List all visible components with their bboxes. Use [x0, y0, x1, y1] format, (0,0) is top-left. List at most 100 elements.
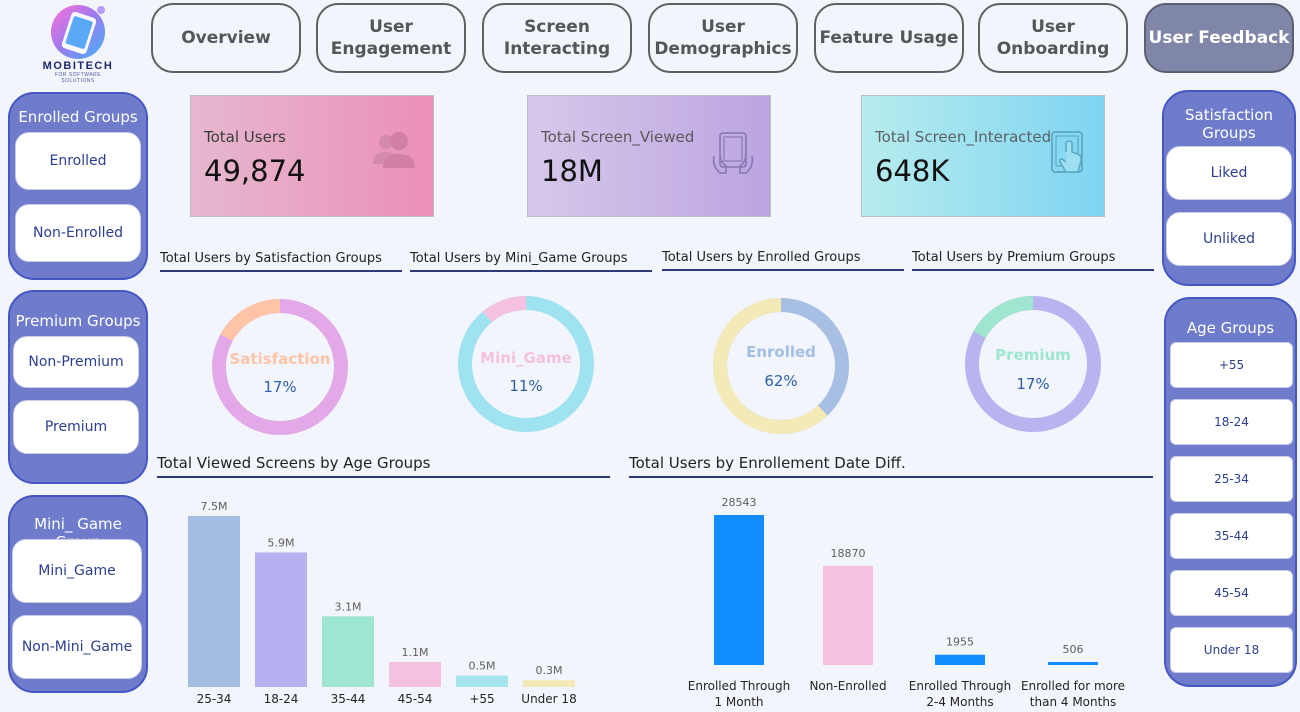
kpi-value: 49,874	[204, 154, 306, 188]
donut-chart-enrolled: Enrolled 62%	[713, 298, 849, 434]
nav-overview-button[interactable]: Overview	[151, 3, 301, 73]
bar-category-label: +55	[469, 692, 494, 706]
mini-game-group-slicer: Mini_ Game Group Mini_Game Non-Mini_Game	[8, 495, 148, 693]
kpi-value: 648K	[875, 154, 950, 188]
nav-screen-interacting-button[interactable]: Screen Interacting	[482, 3, 632, 73]
bar-value-label: 1955	[946, 636, 974, 649]
slicer-title: Age Groups	[1186, 319, 1275, 337]
slicer-item-unliked[interactable]: Unliked	[1166, 212, 1292, 266]
donut-chart-premium: Premium 17%	[965, 296, 1101, 432]
slicer-item-age-45-54[interactable]: 45-54	[1170, 570, 1293, 616]
bar-value-label: 1.1M	[402, 646, 429, 659]
brand-logo: MOBITECH FOR SOFTWARE SOLUTIONS	[28, 2, 128, 98]
slicer-item-age-35-44[interactable]: 35-44	[1170, 513, 1293, 559]
donut-title-enrolled: Total Users by Enrolled Groups	[662, 250, 904, 271]
donut-center-label: Mini_Game	[480, 349, 572, 367]
slicer-title: Premium Groups	[15, 312, 141, 330]
slicer-item-non-enrolled[interactable]: Non-Enrolled	[15, 204, 141, 262]
bar-category-label: Enrolled for more	[1021, 679, 1125, 693]
donut-segment-mini-game[interactable]	[482, 296, 527, 323]
bar-category-label: than 4 Months	[1030, 695, 1116, 709]
donut-segment-premium[interactable]	[973, 296, 1034, 339]
bar-value-label: 506	[1063, 643, 1084, 656]
logo-name: MOBITECH	[42, 60, 114, 72]
bar-enrolled-1-month[interactable]	[714, 515, 764, 665]
slicer-title: Enrolled Groups	[18, 108, 138, 126]
bar-value-label: 18870	[831, 547, 866, 560]
donut-title-satisfaction: Total Users by Satisfaction Groups	[160, 251, 402, 272]
kpi-label: Total Screen_Viewed	[541, 128, 695, 146]
age-groups-slicer: Age Groups +55 18-24 25-34 35-44 45-54 U…	[1164, 297, 1297, 687]
slicer-item-age-55-plus[interactable]: +55	[1170, 342, 1293, 388]
premium-groups-slicer: Premium Groups Non-Premium Premium	[8, 290, 148, 484]
tablet-hands-icon	[712, 132, 754, 174]
bar-title-age-groups: Total Viewed Screens by Age Groups	[157, 454, 610, 478]
enrolled-groups-slicer: Enrolled Groups Enrolled Non-Enrolled	[8, 92, 148, 280]
bar-category-label: Enrolled Through	[688, 679, 790, 693]
bar-25-34[interactable]	[188, 516, 240, 687]
donut-chart-satisfaction: Satisfaction 17%	[212, 299, 348, 435]
donut-center-percent: 17%	[263, 378, 296, 396]
logo-icon	[51, 5, 105, 59]
bar-category-label: 25-34	[197, 692, 232, 706]
slicer-item-age-25-34[interactable]: 25-34	[1170, 456, 1293, 502]
bar-55-plus[interactable]	[456, 675, 508, 687]
kpi-label: Total Screen_Interacted	[875, 128, 1052, 146]
bar-category-label: 18-24	[264, 692, 299, 706]
bar-category-label: 45-54	[398, 692, 433, 706]
bar-category-label: 2-4 Months	[926, 695, 993, 709]
bar-value-label: 5.9M	[268, 536, 295, 549]
nav-user-engagement-button[interactable]: User Engagement	[316, 3, 466, 73]
kpi-card-total-screen-viewed: Total Screen_Viewed 18M	[527, 95, 771, 217]
bar-chart-users-by-enrollment-date-diff: 28543 18870 1955 506 Enrolled Through 1 …	[688, 496, 1125, 709]
satisfaction-groups-slicer: Satisfaction Groups Liked Unliked	[1162, 90, 1296, 286]
bar-category-label: Non-Enrolled	[809, 679, 886, 693]
bar-non-enrolled[interactable]	[823, 565, 873, 665]
slicer-item-enrolled[interactable]: Enrolled	[15, 132, 141, 190]
slicer-item-liked[interactable]: Liked	[1166, 146, 1292, 200]
slicer-item-age-under-18[interactable]: Under 18	[1170, 627, 1293, 673]
bar-18-24[interactable]	[255, 552, 307, 687]
donut-segment-satisfaction[interactable]	[220, 299, 281, 342]
bar-value-label: 3.1M	[335, 600, 362, 613]
slicer-item-age-18-24[interactable]: 18-24	[1170, 399, 1293, 445]
bar-enrolled-2-4-months[interactable]	[935, 654, 985, 665]
donut-center-label: Satisfaction	[229, 350, 330, 368]
users-icon	[373, 132, 415, 168]
bar-value-label: 0.3M	[536, 664, 563, 677]
bar-category-label: 35-44	[331, 692, 366, 706]
logo-tagline: SOLUTIONS	[61, 78, 95, 84]
bar-value-label: 7.5M	[201, 500, 228, 513]
nav-user-onboarding-button[interactable]: User Onboarding	[978, 3, 1128, 73]
nav-feature-usage-button[interactable]: Feature Usage	[814, 3, 964, 73]
donut-chart-mini-game: Mini_Game 11%	[458, 296, 594, 432]
slicer-item-mini-game[interactable]: Mini_Game	[12, 539, 142, 603]
kpi-card-total-users: Total Users 49,874	[190, 95, 434, 217]
bar-title-enrollment: Total Users by Enrollement Date Diff.	[629, 454, 1153, 478]
slicer-title: Satisfaction Groups	[1184, 106, 1274, 142]
bar-value-label: 0.5M	[469, 660, 496, 673]
slicer-item-premium[interactable]: Premium	[13, 400, 139, 454]
kpi-value: 18M	[541, 154, 603, 188]
donut-center-percent: 11%	[509, 377, 542, 395]
bar-under-18[interactable]	[523, 680, 575, 687]
bar-category-label: 1 Month	[714, 695, 763, 709]
nav-user-feedback-button[interactable]: User Feedback	[1144, 3, 1294, 73]
kpi-card-total-screen-interacted: Total Screen_Interacted 648K	[861, 95, 1105, 217]
bar-value-label: 28543	[722, 496, 757, 509]
nav-user-demographics-button[interactable]: User Demographics	[648, 3, 798, 73]
bar-45-54[interactable]	[389, 661, 441, 687]
donut-title-premium: Total Users by Premium Groups	[912, 250, 1154, 271]
bar-35-44[interactable]	[322, 616, 374, 687]
slicer-item-non-premium[interactable]: Non-Premium	[13, 336, 139, 388]
slicer-item-non-mini-game[interactable]: Non-Mini_Game	[12, 615, 142, 679]
donut-segment-enrolled[interactable]	[713, 298, 828, 434]
bar-category-label: Under 18	[521, 692, 576, 706]
bar-chart-viewed-screens-by-age: 7.5M 5.9M 3.1M 1.1M 0.5M 0.3M 25-34 18-2…	[188, 500, 577, 706]
tablet-touch-icon	[1051, 131, 1083, 173]
donut-title-mini-game: Total Users by Mini_Game Groups	[410, 251, 652, 272]
donut-center-percent: 62%	[764, 372, 797, 390]
donut-center-label: Premium	[995, 346, 1071, 364]
bar-enrolled-more-than-4-months[interactable]	[1048, 662, 1098, 665]
donut-center-label: Enrolled	[746, 343, 816, 361]
